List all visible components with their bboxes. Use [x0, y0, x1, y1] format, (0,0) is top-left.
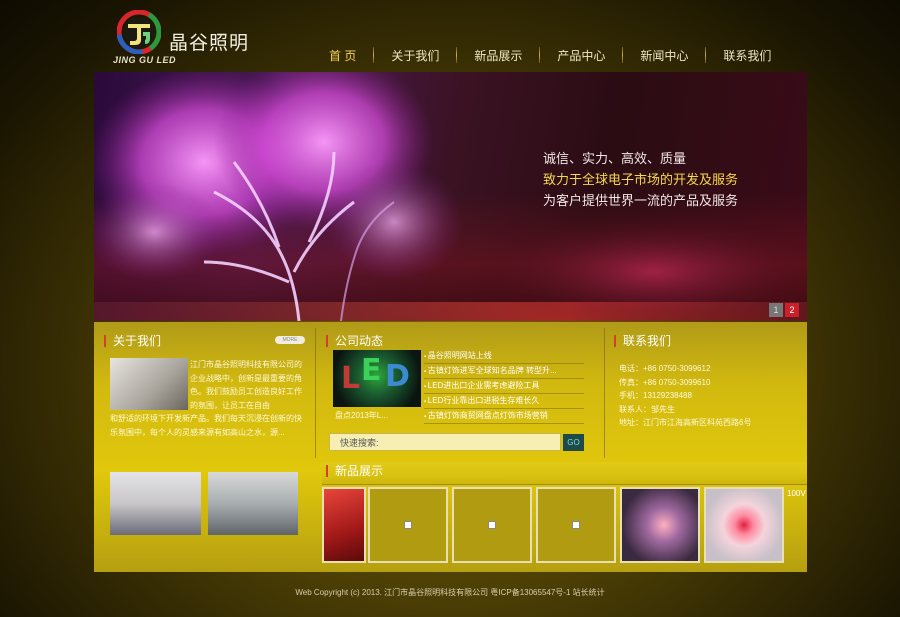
news-item[interactable]: LED进出口企业需考虑避险工具: [424, 379, 584, 394]
product-thumb[interactable]: [452, 487, 532, 563]
logo-english-name: JING GU LED: [113, 55, 177, 65]
banner-slogan-3: 为客户提供世界一流的产品及服务: [543, 193, 739, 208]
news-title: 公司动态: [326, 335, 383, 347]
product-thumb[interactable]: [536, 487, 616, 563]
site-logo[interactable]: 晶谷照明 JING GU LED: [113, 8, 263, 70]
footer-copyright: Web Copyright (c) 2013. 江门市晶谷照明科技有限公司 粤I…: [295, 588, 605, 597]
news-led-image[interactable]: L E D: [333, 350, 421, 407]
about-text-full: 和舒适的环境下开发新产品。我们每天沉浸在创新的快乐氛围中，每个人的灵感来源有如高…: [110, 414, 302, 437]
contact-info: 电话：+86 0750-3099612 传真：+86 0750-3099610 …: [619, 362, 804, 430]
nav-item-home[interactable]: 首 页: [312, 47, 373, 64]
products-title: 新品展示: [326, 465, 383, 477]
search-input[interactable]: 快速搜索:: [329, 433, 561, 451]
product-thumb-red-tree[interactable]: [322, 487, 366, 563]
contact-address: 地址：江门市江海高新区科苑西路6号: [619, 418, 752, 427]
broken-image-icon: [488, 521, 496, 529]
logo-icon: [117, 10, 161, 54]
office-photo-1[interactable]: [110, 472, 201, 535]
about-title: 关于我们: [104, 335, 161, 347]
broken-image-icon: [572, 521, 580, 529]
svg-text:E: E: [361, 353, 382, 388]
products-carousel: 100V: [322, 487, 807, 564]
product-thumb-wall-lamp[interactable]: [704, 487, 784, 563]
office-photo-2[interactable]: [208, 472, 298, 535]
svg-text:L: L: [341, 361, 360, 396]
company-reception-photo: [110, 358, 188, 410]
logo-chinese-name: 晶谷照明: [169, 33, 250, 54]
nav-item-new-products[interactable]: 新品展示: [457, 47, 539, 64]
nav-item-news-center[interactable]: 新闻中心: [623, 47, 705, 64]
news-item[interactable]: 古镇灯饰进军全球知名品牌 转型升...: [424, 364, 584, 379]
banner-slogan-1: 诚信、实力、高效、质量: [543, 151, 687, 166]
nav-item-about[interactable]: 关于我们: [374, 47, 456, 64]
news-list: 晶谷照明网站上线 古镇灯饰进军全球知名品牌 转型升... LED进出口企业需考虑…: [424, 349, 584, 424]
product-thumb[interactable]: [368, 487, 448, 563]
column-divider: [604, 328, 605, 458]
nav-item-contact[interactable]: 联系我们: [706, 47, 788, 64]
news-image-caption[interactable]: 盘点2013年L...: [335, 410, 388, 421]
broken-image-icon: [404, 521, 412, 529]
nav-item-product-center[interactable]: 产品中心: [540, 47, 622, 64]
contact-mobile: 手机：13129238488: [619, 391, 692, 400]
banner-slogan-2: 致力于全球电子市场的开发及服务: [543, 172, 739, 187]
about-text-side: 江门市晶谷照明科技有限公司的企业战略中，创新是最重要的角色。我们鼓励员工创造良好…: [190, 360, 302, 410]
contact-phone: 电话：+86 0750-3099612: [619, 364, 711, 373]
svg-text:D: D: [385, 359, 410, 394]
news-item[interactable]: 晶谷照明网站上线: [424, 349, 584, 364]
main-nav: 首 页 关于我们 新品展示 产品中心 新闻中心 联系我们: [312, 40, 788, 70]
about-more-button[interactable]: MORE: [275, 336, 305, 344]
news-item[interactable]: 古镇灯饰商贸网盘点灯饰市场营销: [424, 409, 584, 424]
news-item[interactable]: LED行业靠出口进税生存难长久: [424, 394, 584, 409]
contact-title: 联系我们: [614, 335, 671, 347]
search-go-button[interactable]: GO: [563, 434, 584, 451]
contact-person: 联系人：邹先生: [619, 404, 675, 414]
banner-page-2[interactable]: 2: [785, 303, 799, 317]
product-overflow-label: 100V: [787, 489, 806, 498]
column-divider: [315, 328, 316, 458]
led-letters-graphic: L E D: [341, 353, 410, 396]
banner-page-1[interactable]: 1: [769, 303, 783, 317]
products-header-bar: [322, 462, 807, 485]
contact-fax: 传真：+86 0750-3099610: [619, 377, 711, 387]
product-thumb-rgb-lamp[interactable]: [620, 487, 700, 563]
hero-banner: 诚信、实力、高效、质量 致力于全球电子市场的开发及服务 为客户提供世界一流的产品…: [94, 72, 807, 321]
